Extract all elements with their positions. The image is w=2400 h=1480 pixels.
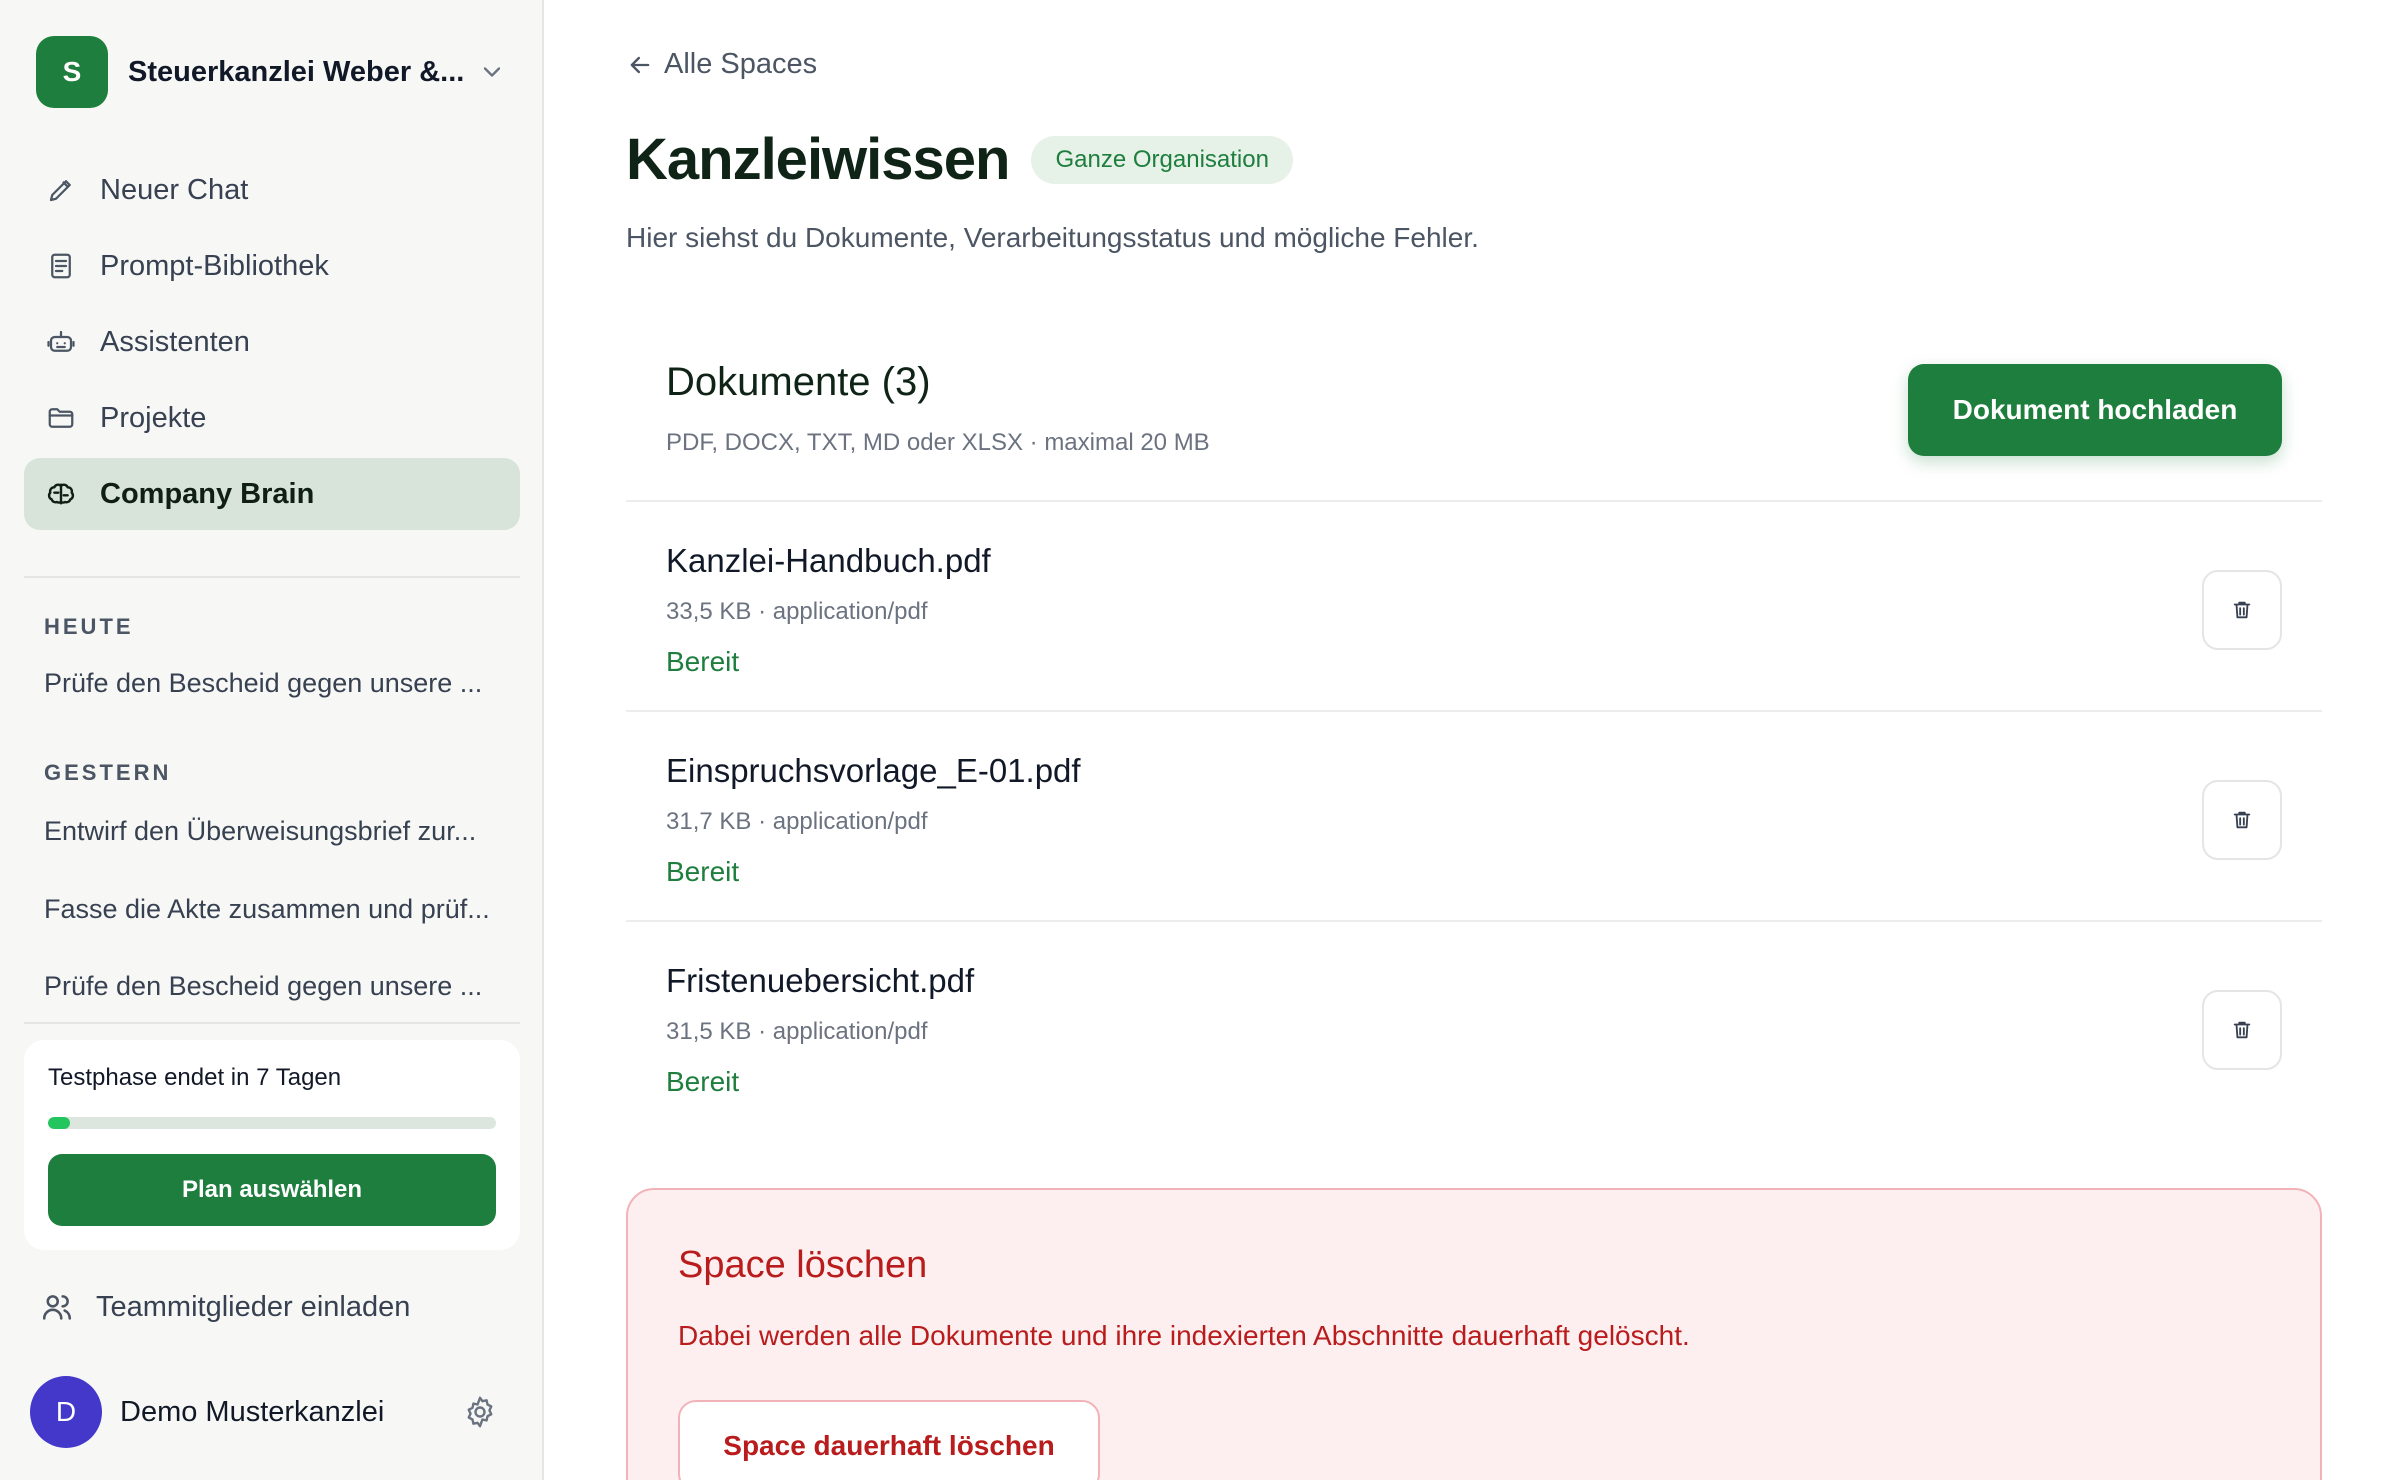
pencil-icon — [44, 173, 78, 207]
sidebar-item-projekte[interactable]: Projekte — [24, 382, 520, 454]
trash-icon — [2233, 601, 2251, 619]
status-badge: Bereit — [666, 1066, 740, 1097]
sidebar-item-company-brain[interactable]: Company Brain — [24, 458, 520, 530]
user-name: Demo Musterkanzlei — [120, 1395, 385, 1428]
trial-text: Testphase endet in 7 Tagen — [48, 1064, 342, 1091]
sidebar-item-neuer-chat[interactable]: Neuer Chat — [24, 154, 520, 226]
document-row: Einspruchsvorlage_E-01.pdf 31,7 KB · app… — [626, 712, 2322, 922]
sidebar-item-assistenten[interactable]: Assistenten — [24, 306, 520, 378]
document-row: Kanzlei-Handbuch.pdf 33,5 KB · applicati… — [626, 502, 2322, 712]
sidebar-item-label: Company Brain — [100, 477, 315, 510]
invite-label: Teammitglieder einladen — [96, 1290, 411, 1323]
title-row: Kanzleiwissen Ganze Organisation — [626, 126, 1293, 193]
sidebar-nav: Neuer Chat Prompt-Bibliothek Assistenten… — [24, 154, 520, 534]
robot-icon — [44, 325, 78, 359]
sidebar-item-label: Prompt-Bibliothek — [100, 249, 329, 282]
trial-progress-bar — [48, 1117, 496, 1129]
documents-heading: Dokumente (3) — [666, 360, 931, 404]
page-subtitle: Hier siehst du Dokumente, Verarbeitungss… — [626, 222, 1479, 253]
org-name: Steuerkanzlei Weber &... — [128, 55, 465, 88]
history-item[interactable]: Fasse die Akte zusammen und prüf... — [44, 894, 504, 925]
history-item[interactable]: Entwirf den Überweisungsbrief zur... — [44, 816, 504, 847]
trash-icon — [2233, 811, 2251, 829]
folder-icon — [44, 401, 78, 435]
danger-title: Space löschen — [678, 1244, 928, 1286]
document-meta: 31,7 KB · application/pdf — [666, 808, 928, 835]
history-heading-today: HEUTE — [44, 614, 134, 639]
trial-progress-fill — [48, 1117, 71, 1129]
back-link[interactable]: Alle Spaces — [626, 48, 817, 81]
delete-document-button[interactable] — [2202, 780, 2282, 860]
avatar: D — [30, 1376, 102, 1448]
main-content: Alle Spaces Kanzleiwissen Ganze Organisa… — [546, 0, 2400, 1480]
sidebar-item-label: Projekte — [100, 401, 207, 434]
document-name[interactable]: Fristenuebersicht.pdf — [666, 962, 974, 1000]
document-name[interactable]: Kanzlei-Handbuch.pdf — [666, 542, 991, 580]
document-row: Fristenuebersicht.pdf 31,5 KB · applicat… — [626, 922, 2322, 1132]
page-title: Kanzleiwissen — [626, 127, 1010, 192]
document-name[interactable]: Einspruchsvorlage_E-01.pdf — [666, 752, 1081, 790]
gear-icon[interactable] — [462, 1394, 498, 1430]
delete-space-button[interactable]: Space dauerhaft löschen — [678, 1400, 1100, 1480]
sidebar-item-label: Neuer Chat — [100, 173, 249, 206]
arrow-left-icon — [630, 56, 650, 73]
sidebar-divider — [24, 576, 520, 578]
scope-badge: Ganze Organisation — [1031, 135, 1293, 184]
org-avatar: S — [36, 36, 108, 108]
delete-document-button[interactable] — [2202, 990, 2282, 1070]
invite-team-button[interactable]: Teammitglieder einladen — [40, 1290, 410, 1324]
choose-plan-button[interactable]: Plan auswählen — [48, 1154, 496, 1226]
brain-icon — [44, 477, 78, 511]
sidebar-item-label: Assistenten — [100, 325, 250, 358]
sidebar-item-prompt-bibliothek[interactable]: Prompt-Bibliothek — [24, 230, 520, 302]
danger-text: Dabei werden alle Dokumente und ihre ind… — [678, 1320, 1690, 1351]
documents-header: Dokumente (3) PDF, DOCX, TXT, MD oder XL… — [666, 360, 1210, 457]
document-meta: 33,5 KB · application/pdf — [666, 598, 928, 625]
history-item[interactable]: Prüfe den Bescheid gegen unsere ... — [44, 971, 504, 1005]
delete-document-button[interactable] — [2202, 570, 2282, 650]
upload-document-button[interactable]: Dokument hochladen — [1908, 364, 2282, 456]
trial-card: Testphase endet in 7 Tagen Plan auswähle… — [24, 1040, 520, 1250]
document-meta: 31,5 KB · application/pdf — [666, 1018, 928, 1045]
danger-zone: Space löschen Dabei werden alle Dokument… — [626, 1188, 2322, 1480]
status-badge: Bereit — [666, 856, 740, 887]
chevron-down-icon — [483, 67, 501, 77]
org-switcher[interactable]: S Steuerkanzlei Weber &... — [36, 36, 516, 108]
status-badge: Bereit — [666, 646, 740, 677]
sidebar-divider — [24, 1022, 520, 1024]
back-link-label: Alle Spaces — [664, 48, 818, 80]
documents-hint: PDF, DOCX, TXT, MD oder XLSX · maximal 2… — [666, 429, 1210, 456]
user-profile[interactable]: D Demo Musterkanzlei — [30, 1376, 510, 1448]
trash-icon — [2233, 1021, 2251, 1039]
history-item[interactable]: Prüfe den Bescheid gegen unsere ... — [44, 668, 504, 699]
history-heading-yesterday: GESTERN — [44, 760, 172, 785]
document-icon — [44, 249, 78, 283]
sidebar: S Steuerkanzlei Weber &... Neuer Chat Pr… — [0, 0, 544, 1480]
users-icon — [42, 1295, 72, 1320]
